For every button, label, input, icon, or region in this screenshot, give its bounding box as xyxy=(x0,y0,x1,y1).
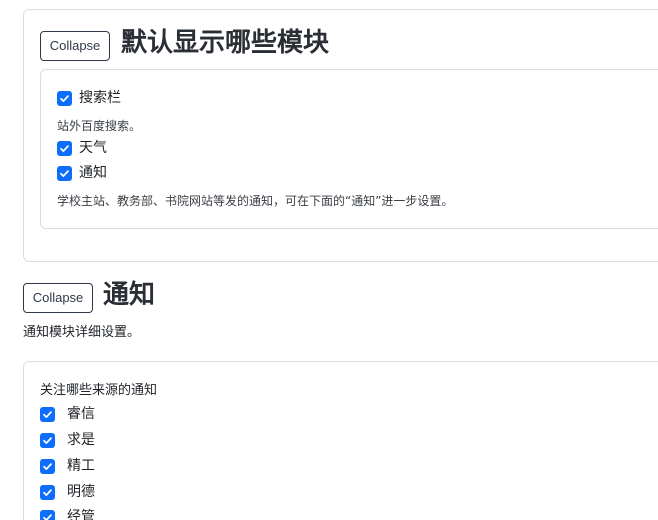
source-label: 精工 xyxy=(67,458,95,474)
notice-sources-label: 关注哪些来源的通知 xyxy=(40,383,158,398)
source-item-jinggong[interactable]: 精工 xyxy=(40,457,95,475)
checkbox-checked-icon[interactable] xyxy=(40,509,55,520)
source-label: 经管 xyxy=(67,509,95,520)
checkbox-checked-icon[interactable] xyxy=(57,140,72,156)
module-weather-item[interactable]: 天气 xyxy=(57,139,107,157)
checkbox-checked-icon[interactable] xyxy=(40,406,55,422)
source-item-jingguan[interactable]: 经管 xyxy=(40,508,95,520)
search-note: 站外百度搜索。 xyxy=(57,119,142,133)
source-label: 明德 xyxy=(67,484,95,500)
checkbox-checked-icon[interactable] xyxy=(40,458,55,474)
module-notice-label: 通知 xyxy=(79,165,107,181)
module-notice-item[interactable]: 通知 xyxy=(57,164,107,182)
modules-section-title: 默认显示哪些模块 xyxy=(121,28,330,58)
checkbox-checked-icon[interactable] xyxy=(57,90,72,106)
checkbox-checked-icon[interactable] xyxy=(57,165,72,181)
notice-collapse-button[interactable]: Collapse xyxy=(23,283,93,313)
source-label: 求是 xyxy=(67,432,95,448)
source-label: 睿信 xyxy=(67,406,95,422)
module-search-label: 搜索栏 xyxy=(79,90,121,106)
module-weather-label: 天气 xyxy=(79,140,107,156)
notice-note: 学校主站、教务部、书院网站等发的通知，可在下面的“通知”进一步设置。 xyxy=(57,194,454,208)
notice-section-title: 通知 xyxy=(103,280,156,310)
modules-collapse-button[interactable]: Collapse xyxy=(40,31,110,61)
checkbox-checked-icon[interactable] xyxy=(40,484,55,500)
source-item-qiushi[interactable]: 求是 xyxy=(40,431,95,449)
source-item-ruixin[interactable]: 睿信 xyxy=(40,405,95,423)
settings-page: Collapse 默认显示哪些模块 搜索栏 站外百度搜索。 天气 通知 学校主站… xyxy=(0,0,658,520)
source-item-mingde[interactable]: 明德 xyxy=(40,483,95,501)
module-search-item[interactable]: 搜索栏 xyxy=(57,89,121,107)
checkbox-checked-icon[interactable] xyxy=(40,432,55,448)
notice-section-description: 通知模块详细设置。 xyxy=(23,325,141,340)
